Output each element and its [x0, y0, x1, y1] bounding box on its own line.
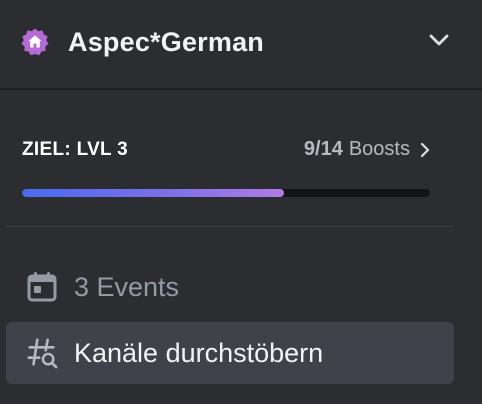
boost-progress-fill — [22, 189, 285, 197]
boost-progress-bar — [22, 189, 430, 197]
chevron-down-icon[interactable] — [426, 27, 452, 53]
browse-channels-item[interactable]: Kanäle durchstöbern — [6, 322, 454, 384]
boost-count: 9/14 Boosts — [304, 138, 432, 161]
server-sidebar: Aspec*German ZIEL: LVL 3 9/14 Boosts 3 E… — [0, 0, 482, 404]
chevron-right-icon — [418, 140, 432, 160]
home-badge-icon — [20, 27, 50, 57]
server-header[interactable]: Aspec*German — [0, 0, 482, 90]
channel-browse-icon — [26, 337, 58, 369]
boost-count-value: 9/14 — [303, 138, 343, 160]
boost-progress-section: ZIEL: LVL 3 9/14 Boosts — [0, 92, 482, 226]
boost-count-unit: Boosts — [348, 138, 410, 160]
boost-goal-label: ZIEL: LVL 3 — [22, 138, 129, 160]
events-label: 3 Events — [74, 271, 180, 302]
calendar-icon — [26, 271, 58, 303]
events-item[interactable]: 3 Events — [6, 256, 454, 318]
browse-channels-label: Kanäle durchstöbern — [74, 337, 324, 368]
boost-goal-row[interactable]: ZIEL: LVL 3 9/14 Boosts — [22, 138, 432, 161]
divider — [6, 226, 454, 227]
server-name: Aspec*German — [68, 26, 264, 57]
